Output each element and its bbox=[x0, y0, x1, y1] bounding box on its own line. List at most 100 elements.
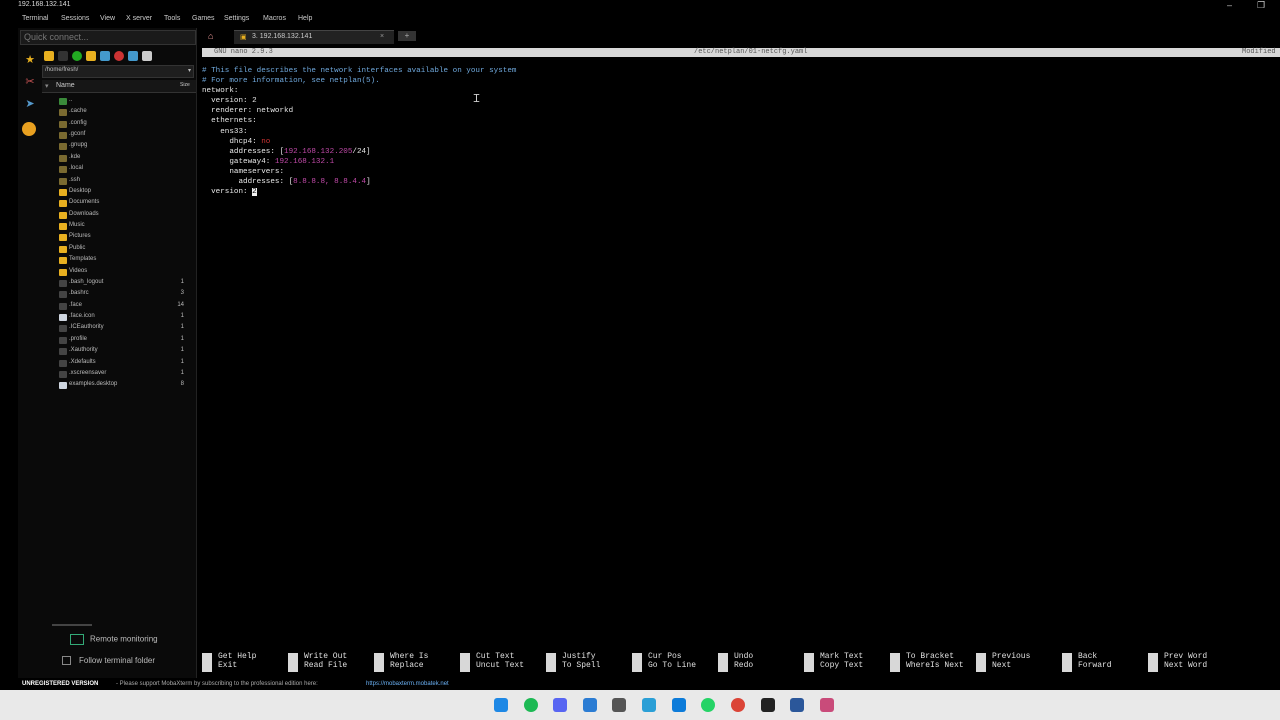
checkbox[interactable] bbox=[62, 656, 71, 666]
mobaxterm-icon[interactable] bbox=[612, 698, 626, 712]
nano-shortcut[interactable]: Mark Text Copy Text bbox=[804, 652, 894, 674]
code-token: ethernets: bbox=[202, 117, 257, 126]
file-row[interactable]: Pictures bbox=[42, 232, 196, 243]
file-row[interactable]: .ICEauthority 1 bbox=[42, 323, 196, 334]
file-row[interactable]: Documents bbox=[42, 198, 196, 209]
file-row[interactable]: .gconf bbox=[42, 130, 196, 141]
star-icon[interactable]: ★ bbox=[22, 52, 38, 68]
file-row[interactable]: .Xauthority 1 bbox=[42, 346, 196, 357]
file-row[interactable]: .face 14 bbox=[42, 301, 196, 312]
shortcut-label: Next Word bbox=[1164, 661, 1208, 670]
restore-button[interactable]: ❐ bbox=[1257, 0, 1265, 11]
code-token: dhcp4: bbox=[202, 137, 262, 146]
col-size-header[interactable]: Size bbox=[180, 82, 190, 88]
mail-icon[interactable] bbox=[583, 698, 597, 712]
nano-shortcut[interactable]: Previous Next bbox=[976, 652, 1066, 674]
file-row[interactable]: .cache bbox=[42, 107, 196, 118]
up-folder-icon[interactable] bbox=[44, 51, 54, 61]
menu-terminal[interactable]: Terminal bbox=[22, 15, 48, 22]
file-row[interactable]: Music bbox=[42, 221, 196, 232]
file-row[interactable]: .face.icon 1 bbox=[42, 312, 196, 323]
file-row[interactable]: .. bbox=[42, 96, 196, 107]
path-field[interactable]: /home/fresh/ ▾ bbox=[42, 65, 194, 78]
terminal-area[interactable]: GNU nano 2.9.3 /etc/netplan/01-netcfg.ya… bbox=[200, 46, 1280, 678]
file-row[interactable]: .config bbox=[42, 119, 196, 130]
nano-shortcut[interactable]: Justify To Spell bbox=[546, 652, 636, 674]
refresh-icon[interactable] bbox=[72, 51, 82, 61]
close-tab-icon[interactable]: × bbox=[380, 33, 384, 40]
nano-shortcut[interactable]: Get Help Exit bbox=[202, 652, 292, 674]
menu-view[interactable]: View bbox=[100, 15, 115, 22]
github-icon[interactable] bbox=[761, 698, 775, 712]
nano-shortcut[interactable]: Back Forward bbox=[1062, 652, 1152, 674]
chevron-down-icon[interactable]: ▾ bbox=[188, 67, 191, 74]
folder-icon bbox=[59, 268, 67, 276]
menu-tools[interactable]: Tools bbox=[164, 15, 180, 22]
menu-x-server[interactable]: X server bbox=[126, 15, 152, 22]
file-row[interactable]: Videos bbox=[42, 267, 196, 278]
file-row[interactable]: .local bbox=[42, 164, 196, 175]
nano-shortcut[interactable]: Prev Word Next Word bbox=[1148, 652, 1238, 674]
chrome-icon[interactable] bbox=[731, 698, 745, 712]
file-icon bbox=[59, 348, 67, 356]
macros-icon[interactable] bbox=[22, 122, 36, 136]
download-icon[interactable] bbox=[58, 51, 68, 61]
spotify-icon[interactable] bbox=[524, 698, 538, 712]
file-row[interactable]: examples.desktop 8 bbox=[42, 380, 196, 391]
session-tab[interactable]: ▣ 3. 192.168.132.141 × bbox=[234, 30, 394, 44]
nano-shortcut[interactable]: Cur Pos Go To Line bbox=[632, 652, 722, 674]
file-row[interactable]: Downloads bbox=[42, 210, 196, 221]
home-tab-icon[interactable]: ⌂ bbox=[208, 31, 222, 43]
file-name: Videos bbox=[69, 267, 88, 274]
menu-help[interactable]: Help bbox=[298, 15, 312, 22]
new-file-icon[interactable] bbox=[100, 51, 110, 61]
file-row[interactable]: .bash_logout 1 bbox=[42, 278, 196, 289]
upload-icon[interactable] bbox=[142, 51, 152, 61]
file-row[interactable]: Templates bbox=[42, 255, 196, 266]
col-name-header[interactable]: Name bbox=[56, 82, 75, 89]
file-row[interactable]: Public bbox=[42, 244, 196, 255]
sftp-icon[interactable]: ➤ bbox=[22, 96, 38, 112]
nano-shortcut[interactable]: Write Out Read File bbox=[288, 652, 378, 674]
menu-macros[interactable]: Macros bbox=[263, 15, 286, 22]
file-row[interactable]: .bashrc 3 bbox=[42, 289, 196, 300]
delete-icon[interactable] bbox=[114, 51, 124, 61]
nano-shortcut[interactable]: Undo Redo bbox=[718, 652, 808, 674]
support-link[interactable]: https://mobaxterm.mobatek.net bbox=[366, 681, 449, 687]
minimize-button[interactable]: – bbox=[1227, 0, 1232, 10]
snipping-icon[interactable] bbox=[820, 698, 834, 712]
nano-shortcut[interactable]: Where Is Replace bbox=[374, 652, 464, 674]
menu-games[interactable]: Games bbox=[192, 15, 215, 22]
word-icon[interactable] bbox=[790, 698, 804, 712]
file-row[interactable]: Desktop bbox=[42, 187, 196, 198]
file-row[interactable]: .ssh bbox=[42, 176, 196, 187]
follow-terminal-folder-toggle[interactable]: Follow terminal folder bbox=[62, 656, 155, 666]
file-row[interactable]: .profile 1 bbox=[42, 335, 196, 346]
shortcut-label: Get Help bbox=[218, 652, 257, 661]
remote-monitoring-button[interactable]: Remote monitoring bbox=[70, 634, 158, 645]
menu-settings[interactable]: Settings bbox=[224, 15, 249, 22]
nano-shortcut[interactable]: To Bracket WhereIs Next bbox=[890, 652, 980, 674]
sidebar-scrollbar[interactable] bbox=[52, 624, 92, 626]
rename-icon[interactable] bbox=[128, 51, 138, 61]
edge-icon[interactable] bbox=[672, 698, 686, 712]
windows-app-icon[interactable] bbox=[642, 698, 656, 712]
new-tab-button[interactable]: + bbox=[398, 31, 416, 41]
nano-shortcut[interactable]: Cut Text Uncut Text bbox=[460, 652, 550, 674]
menu-sessions[interactable]: Sessions bbox=[61, 15, 89, 22]
file-content[interactable]: # This file describes the network interf… bbox=[202, 66, 516, 197]
tools-icon[interactable]: ✂ bbox=[22, 74, 38, 90]
whatsapp-icon[interactable] bbox=[701, 698, 715, 712]
file-row[interactable]: .gnupg bbox=[42, 141, 196, 152]
quick-connect-input[interactable] bbox=[21, 31, 197, 43]
new-folder-icon[interactable] bbox=[86, 51, 96, 61]
file-icon bbox=[59, 370, 67, 378]
file-row[interactable]: .kde bbox=[42, 153, 196, 164]
file-row[interactable]: .xscreensaver 1 bbox=[42, 369, 196, 380]
shortcut-label: Read File bbox=[304, 661, 348, 670]
discord-icon[interactable] bbox=[553, 698, 567, 712]
code-token: addresses: [ bbox=[202, 147, 285, 156]
folder-icon bbox=[59, 223, 67, 231]
file-row[interactable]: .Xdefaults 1 bbox=[42, 358, 196, 369]
windows-start-icon[interactable] bbox=[494, 698, 508, 712]
